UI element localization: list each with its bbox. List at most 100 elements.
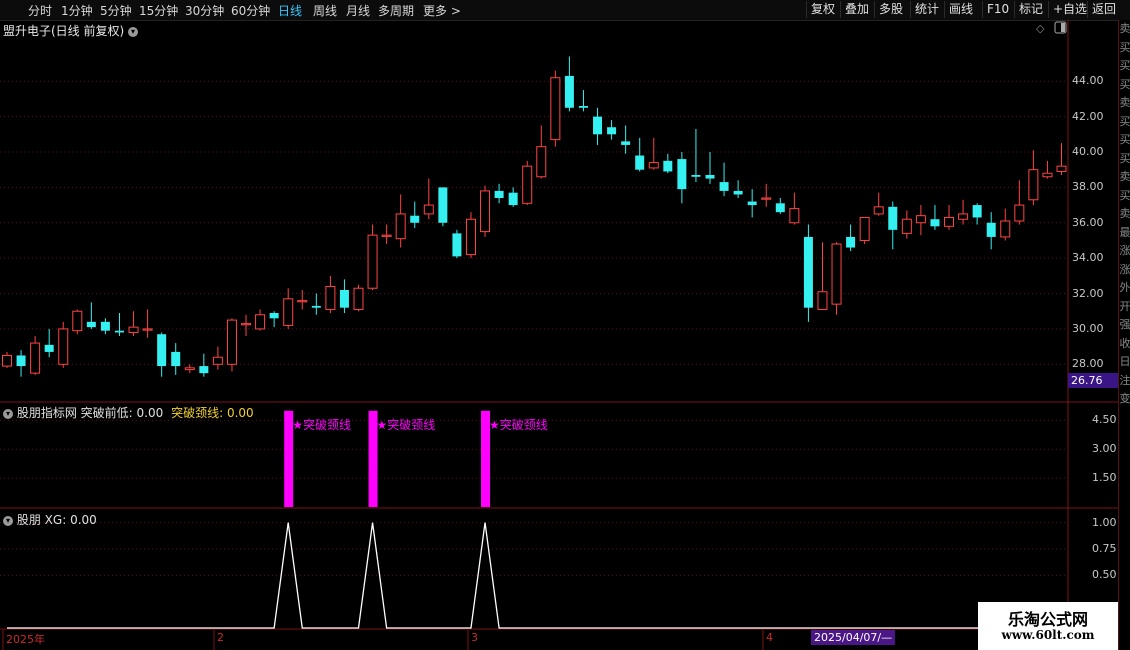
candle-body — [747, 201, 757, 206]
candle-body — [1014, 204, 1025, 222]
side-strip-char: 外 — [1119, 281, 1130, 294]
candle-body — [142, 328, 153, 331]
date-label: 2025年 — [6, 633, 45, 646]
chevron-down-icon[interactable]: ▾ — [3, 515, 13, 526]
candle-body — [367, 234, 378, 289]
current-price-tag: 26.76 — [1068, 373, 1118, 388]
candle-body — [719, 182, 729, 191]
chart-area[interactable] — [0, 20, 1118, 650]
side-strip-char: 买 — [1119, 188, 1130, 202]
candle-body — [733, 190, 743, 195]
candle-body — [184, 367, 195, 371]
side-strip-char: 买 — [1119, 40, 1130, 54]
toolbar-button-7[interactable]: +自选 — [1048, 1, 1091, 18]
candle-body — [915, 215, 926, 224]
candle-body — [930, 219, 940, 227]
panel-toggle-icon[interactable] — [1054, 21, 1067, 37]
candle-body — [241, 323, 252, 326]
candle-body — [255, 314, 266, 330]
period-tab-5[interactable]: 60分钟 — [231, 2, 270, 19]
y-tick-label: 36.00 — [1072, 215, 1104, 229]
toolbar-button-4[interactable]: 画线 — [944, 1, 977, 18]
toolbar-button-1[interactable]: 叠加 — [840, 1, 873, 18]
period-tab-0[interactable]: 分时 — [28, 2, 52, 19]
indicator1-field1-value: 0.00 — [136, 406, 164, 420]
candle-body — [157, 334, 167, 367]
side-strip-char: 涨 — [1119, 262, 1130, 276]
toolbar-button-2[interactable]: 多股 — [874, 1, 907, 18]
candle-body — [1042, 172, 1053, 178]
candle-body — [114, 330, 124, 333]
candle-body — [30, 342, 41, 374]
indicator2-name: 股朋 — [16, 513, 41, 527]
candle-body — [621, 141, 631, 145]
stock-title[interactable]: 盟升电子(日线 前复权) ▾ — [3, 22, 139, 39]
candle-body — [381, 234, 392, 237]
candle-body — [508, 192, 518, 206]
candle-body — [901, 218, 912, 234]
candle-body — [480, 190, 491, 233]
candle-body — [775, 203, 785, 213]
candle-body — [944, 216, 955, 227]
y-tick-label: 3.00 — [1092, 442, 1117, 456]
candle-body — [705, 175, 715, 179]
candle-body — [353, 287, 364, 310]
date-label: 4 — [766, 631, 773, 644]
toolbar-button-8[interactable]: 返回 — [1087, 1, 1120, 18]
side-strip-char: 变 — [1119, 392, 1130, 405]
toolbar-button-0[interactable]: 复权 — [806, 1, 839, 18]
period-tab-3[interactable]: 15分钟 — [139, 2, 178, 19]
candle-body — [1056, 165, 1067, 172]
side-strip-char: 注 — [1119, 373, 1130, 387]
y-tick-label: 44.00 — [1072, 74, 1104, 88]
candle-body — [761, 197, 772, 200]
candle-body — [522, 165, 533, 204]
candle-body — [465, 218, 476, 256]
period-tab-1[interactable]: 1分钟 — [61, 2, 93, 19]
period-tab-9[interactable]: 多周期 — [378, 2, 414, 19]
side-strip-char: 涨 — [1119, 244, 1130, 257]
candle-body — [325, 285, 336, 310]
toolbar-button-6[interactable]: 标记 — [1014, 1, 1047, 18]
toolbar-button-5[interactable]: F10 — [982, 1, 1013, 18]
chevron-down-icon[interactable]: ▾ — [3, 408, 13, 419]
candle-body — [423, 204, 434, 215]
candle-body — [958, 213, 969, 220]
candle-body — [846, 236, 856, 248]
period-tab-2[interactable]: 5分钟 — [100, 2, 132, 19]
period-tab-8[interactable]: 月线 — [346, 2, 370, 19]
period-tab-7[interactable]: 周线 — [313, 2, 337, 19]
watermark-title: 乐淘公式网 — [1007, 610, 1088, 629]
candle-body — [986, 222, 996, 237]
chevron-down-icon[interactable]: ▾ — [128, 26, 139, 37]
diamond-icon[interactable]: ◇ — [1036, 22, 1044, 35]
period-tab-6[interactable]: 日线 — [278, 2, 302, 19]
indicator2-header[interactable]: ▾ 股朋 XG: 0.00 — [3, 511, 97, 528]
y-tick-label: 42.00 — [1072, 109, 1104, 123]
period-tab-10[interactable]: 更多 > — [423, 2, 461, 19]
candle-body — [269, 313, 279, 319]
watermark-url: www.60lt.com — [1001, 628, 1095, 642]
toolbar-button-3[interactable]: 统计 — [910, 1, 943, 18]
stock-title-text: 盟升电子(日线 前复权) — [3, 24, 125, 38]
candle-body — [873, 206, 884, 215]
candle-body — [578, 106, 588, 108]
y-tick-label: 40.00 — [1072, 145, 1104, 158]
y-tick-label: 0.50 — [1092, 568, 1117, 582]
indicator1-field1-label: 突破前低: — [80, 406, 133, 420]
signal-label: ★突破颈线 — [489, 417, 548, 432]
y-tick-label: 28.00 — [1072, 357, 1104, 371]
period-tab-4[interactable]: 30分钟 — [185, 2, 224, 19]
indicator2-field-value: 0.00 — [70, 513, 97, 527]
candle-body — [100, 321, 110, 331]
candle-body — [831, 243, 842, 305]
side-strip-char: 最 — [1119, 225, 1130, 239]
signal-label: ★突破颈线 — [376, 417, 436, 432]
indicator1-header[interactable]: ▾ 股朋指标网 突破前低: 0.00 突破颈线: 0.00 — [3, 404, 254, 421]
candle-body — [171, 351, 181, 367]
candle-body — [972, 205, 982, 218]
side-strip-char: 强 — [1119, 318, 1130, 331]
candle-body — [564, 75, 574, 108]
candle-body — [1000, 220, 1011, 238]
side-panel-strip[interactable]: 卖买买买卖买买买卖买卖最涨涨外开强收日注变 — [1118, 20, 1130, 650]
